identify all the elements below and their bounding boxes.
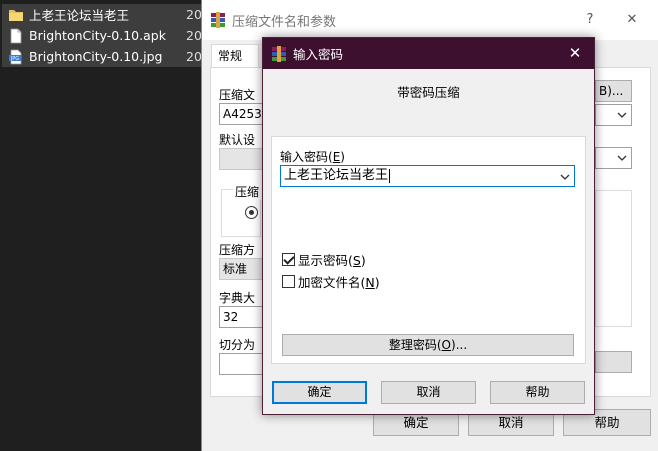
chevron-down-icon <box>617 155 627 161</box>
dictionary-label: 字典大 <box>219 291 256 305</box>
update-mode-combo[interactable] <box>595 104 632 126</box>
file-name: 上老王论坛当老王 <box>29 8 130 23</box>
svg-text:JPG: JPG <box>10 56 19 62</box>
format-radio[interactable] <box>245 206 258 219</box>
browse-button[interactable]: B)... <box>595 80 632 102</box>
format-group-label: 压缩 <box>233 183 261 200</box>
options-group <box>595 190 632 327</box>
archive-name-input[interactable]: A4253 <box>219 103 264 125</box>
encrypt-names-label: 加密文件名(N) <box>298 275 380 290</box>
dialog-heading: 带密码压缩 <box>397 85 460 100</box>
file-row-folder[interactable]: 上老王论坛当老王 20 <box>2 4 208 25</box>
options-button[interactable] <box>595 351 632 373</box>
split-combo[interactable] <box>219 353 264 375</box>
dialog-title: 输入密码 <box>293 47 344 62</box>
default-profile-label: 默认设 <box>219 133 256 147</box>
chevron-down-icon[interactable] <box>560 173 570 181</box>
archive-params-titlebar[interactable]: 压缩文件名和参数 ? ✕ <box>202 0 658 40</box>
organize-passwords-button[interactable]: 整理密码(O)... <box>282 334 574 356</box>
folder-icon <box>8 7 24 23</box>
password-dialog-titlebar[interactable]: 输入密码 ✕ <box>263 38 594 69</box>
close-icon[interactable]: ✕ <box>622 10 642 30</box>
dialog-help-button[interactable]: 帮助 <box>490 381 585 404</box>
chevron-down-icon <box>617 112 627 118</box>
dictionary-combo[interactable]: 32 <box>219 306 264 328</box>
options-combo[interactable] <box>595 147 632 169</box>
encrypt-names-checkbox[interactable] <box>282 275 295 288</box>
profile-combo[interactable] <box>219 148 264 170</box>
archive-name-label: 压缩文 <box>219 88 256 102</box>
apk-file-icon <box>8 28 24 44</box>
show-password-label: 显示密码(S) <box>298 253 366 268</box>
winrar-logo-icon <box>271 45 287 62</box>
encrypt-names-row[interactable]: 加密文件名(N) <box>282 272 380 291</box>
file-list: 上老王论坛当老王 20 BrightonCity-0.10.apk 20 JPG… <box>0 0 210 451</box>
dialog-ok-button[interactable]: 确定 <box>272 381 367 404</box>
tab-general[interactable]: 常规 <box>211 44 259 68</box>
show-password-row[interactable]: 显示密码(S) <box>282 250 366 269</box>
password-dialog: 输入密码 ✕ 带密码压缩 输入密码(E) 上老王论坛当老王 显示密码(S) 加密… <box>262 37 595 415</box>
file-name: BrightonCity-0.10.apk <box>29 28 166 43</box>
window-title: 压缩文件名和参数 <box>232 14 337 30</box>
close-icon[interactable]: ✕ <box>566 44 584 62</box>
file-row-apk[interactable]: BrightonCity-0.10.apk 20 <box>2 25 208 46</box>
method-combo[interactable]: 标准 <box>219 258 264 280</box>
password-input[interactable]: 上老王论坛当老王 <box>280 165 575 187</box>
file-name: BrightonCity-0.10.jpg <box>29 49 163 64</box>
password-value: 上老王论坛当老王 <box>284 168 389 183</box>
file-row-jpg[interactable]: JPG BrightonCity-0.10.jpg 20 <box>2 46 208 67</box>
method-label: 压缩方 <box>219 243 256 257</box>
jpg-file-icon: JPG <box>8 49 24 65</box>
split-label: 切分为 <box>219 338 256 352</box>
winrar-logo-icon <box>210 12 226 28</box>
show-password-checkbox[interactable] <box>282 253 295 266</box>
text-caret <box>389 168 391 183</box>
help-icon[interactable]: ? <box>580 10 600 30</box>
dialog-cancel-button[interactable]: 取消 <box>381 381 476 404</box>
password-label: 输入密码(E) <box>280 150 345 164</box>
